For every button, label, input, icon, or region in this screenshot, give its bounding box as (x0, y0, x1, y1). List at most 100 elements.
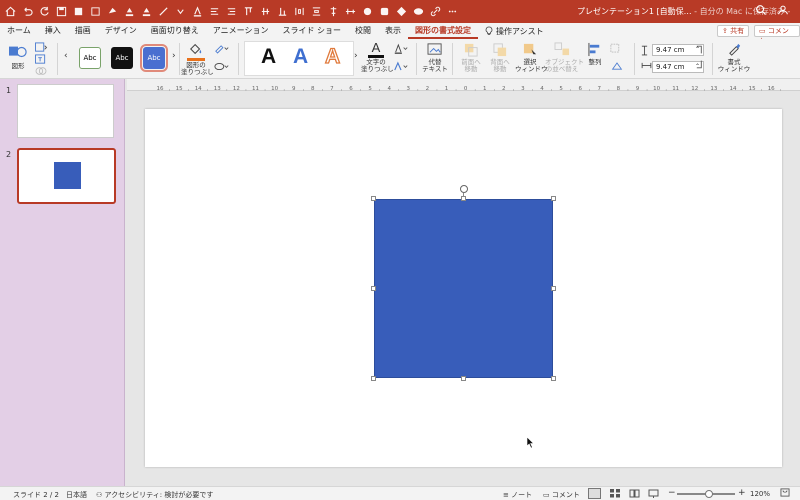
shape-style-blue[interactable]: Abc (140, 44, 168, 72)
wordart-next-icon[interactable]: › (354, 52, 358, 61)
qa-dropdown-icon[interactable] (174, 5, 187, 18)
tab-view[interactable]: 表示 (378, 23, 408, 39)
text-effects-button[interactable] (393, 61, 409, 74)
qa-diamond-icon[interactable] (395, 5, 408, 18)
shape-outline-button[interactable] (214, 43, 230, 56)
slide-thumbnail-2[interactable] (17, 148, 116, 204)
tab-design[interactable]: デザイン (98, 23, 144, 39)
fit-to-window-icon[interactable] (780, 488, 790, 499)
tab-transitions[interactable]: 画面切り替え (144, 23, 206, 39)
text-fill-button[interactable]: A 文字の 塗りつぶし (361, 40, 394, 73)
format-pane-button[interactable]: 書式 ウィンドウ (717, 42, 751, 73)
reading-view-icon[interactable] (629, 489, 640, 500)
qa-align-top-icon[interactable] (242, 5, 255, 18)
size-lock-icon[interactable] (695, 44, 704, 72)
shape-style-outline[interactable]: Abc (79, 47, 101, 69)
resize-handle-bottom-right[interactable] (551, 376, 556, 381)
gallery-next-icon[interactable]: › (172, 52, 176, 61)
search-icon[interactable] (755, 4, 769, 18)
selection-pane-button[interactable]: 選択 ウィンドウ (515, 42, 548, 73)
tab-shape-format[interactable]: 図形の書式設定 (408, 23, 478, 39)
qa-circle-icon[interactable] (361, 5, 374, 18)
qa-ellipse-icon[interactable] (412, 5, 425, 18)
qa-rounded-square-icon[interactable] (378, 5, 391, 18)
status-bar: スライド 2 / 2 日本語 ⚇ アクセシビリティ: 検討が必要です ≡ ノート… (0, 486, 800, 500)
merge-shapes-button[interactable] (34, 66, 48, 78)
slideshow-view-icon[interactable] (648, 489, 659, 500)
zoom-out-icon[interactable]: − (668, 488, 676, 498)
undo-icon[interactable] (21, 5, 34, 18)
gallery-prev-icon[interactable]: ‹ (64, 52, 68, 61)
resize-handle-left[interactable] (371, 286, 376, 291)
group-button[interactable] (610, 43, 624, 56)
qa-align-center-icon[interactable] (327, 5, 340, 18)
qa-link-icon[interactable] (429, 5, 442, 18)
tab-slideshow[interactable]: スライド ショー (275, 23, 348, 39)
resize-handle-right[interactable] (551, 286, 556, 291)
selected-rectangle-shape[interactable] (374, 199, 553, 378)
slide-thumbnail-1[interactable] (17, 84, 114, 138)
home-icon[interactable] (4, 5, 17, 18)
send-backward-button[interactable]: 背面へ 移動 (486, 42, 514, 73)
zoom-slider[interactable] (677, 490, 735, 498)
qa-distribute-icon[interactable] (310, 5, 323, 18)
slide-canvas[interactable] (145, 109, 782, 467)
shapes-button[interactable]: 図形 (6, 43, 30, 70)
resize-handle-bottom[interactable] (461, 376, 466, 381)
resize-handle-top-left[interactable] (371, 196, 376, 201)
qa-distribute-icon[interactable] (293, 5, 306, 18)
tab-draw[interactable]: 描画 (68, 23, 98, 39)
slide-number: 1 (6, 86, 12, 95)
comments-status-button[interactable]: ▭ コメント (543, 490, 580, 500)
text-fill-icon: A (371, 40, 381, 55)
normal-view-icon[interactable] (588, 488, 601, 499)
wordart-style-black[interactable]: A (261, 45, 276, 69)
comments-button[interactable]: ▭ コメント (754, 25, 800, 45)
wordart-style-blue[interactable]: A (293, 45, 308, 69)
rotate-handle[interactable] (460, 185, 468, 193)
qa-align-bottom-icon[interactable] (276, 5, 289, 18)
zoom-in-icon[interactable]: + (738, 488, 746, 498)
tab-tell-me[interactable]: 操作アシスト (478, 23, 551, 39)
qa-shape-icon[interactable] (89, 5, 102, 18)
qa-fill-icon[interactable] (140, 5, 153, 18)
zoom-slider-thumb[interactable] (704, 490, 713, 498)
account-icon[interactable] (777, 4, 791, 18)
zoom-level[interactable]: 120% (750, 490, 770, 498)
resize-handle-top-right[interactable] (551, 196, 556, 201)
tab-animations[interactable]: アニメーション (206, 23, 276, 39)
qa-align-middle-icon[interactable] (259, 5, 272, 18)
accessibility-status[interactable]: ⚇ アクセシビリティ: 検討が必要です (96, 490, 213, 500)
qa-align-icon[interactable] (344, 5, 357, 18)
qa-align-icon[interactable] (208, 5, 221, 18)
wordart-style-outline[interactable]: A (324, 44, 340, 69)
slide-sorter-icon[interactable] (610, 489, 620, 500)
reorder-objects-button[interactable]: オブジェクト の並べ替え (545, 42, 584, 73)
qa-text-color-icon[interactable] (191, 5, 204, 18)
rotate-button[interactable] (610, 61, 624, 74)
text-outline-button[interactable] (393, 43, 409, 56)
tab-review[interactable]: 校閲 (348, 23, 378, 39)
qa-paint-icon[interactable] (106, 5, 119, 18)
resize-handle-top[interactable] (461, 196, 466, 201)
qa-shape-icon[interactable] (72, 5, 85, 18)
alt-text-button[interactable]: 代替 テキスト (420, 42, 450, 73)
resize-handle-bottom-left[interactable] (371, 376, 376, 381)
qa-align-icon[interactable] (225, 5, 238, 18)
save-icon[interactable] (55, 5, 68, 18)
notes-icon: ≡ (503, 491, 509, 499)
shape-fill-button[interactable]: 図形の 塗りつぶし (181, 42, 214, 76)
language-indicator[interactable]: 日本語 (66, 490, 87, 500)
shape-style-dark[interactable]: Abc (111, 47, 133, 69)
qa-more-icon[interactable] (446, 5, 459, 18)
tab-home[interactable]: ホーム (0, 23, 38, 39)
tab-insert[interactable]: 挿入 (38, 23, 68, 39)
align-button[interactable]: 整列 (583, 42, 607, 66)
qa-line-icon[interactable] (157, 5, 170, 18)
bring-forward-button[interactable]: 前面へ 移動 (457, 42, 485, 73)
notes-button[interactable]: ≡ ノート (503, 490, 532, 500)
share-button[interactable]: ⇪ 共有 (717, 25, 750, 37)
shape-effects-button[interactable] (214, 61, 230, 74)
qa-fill-icon[interactable] (123, 5, 136, 18)
redo-icon[interactable] (38, 5, 51, 18)
